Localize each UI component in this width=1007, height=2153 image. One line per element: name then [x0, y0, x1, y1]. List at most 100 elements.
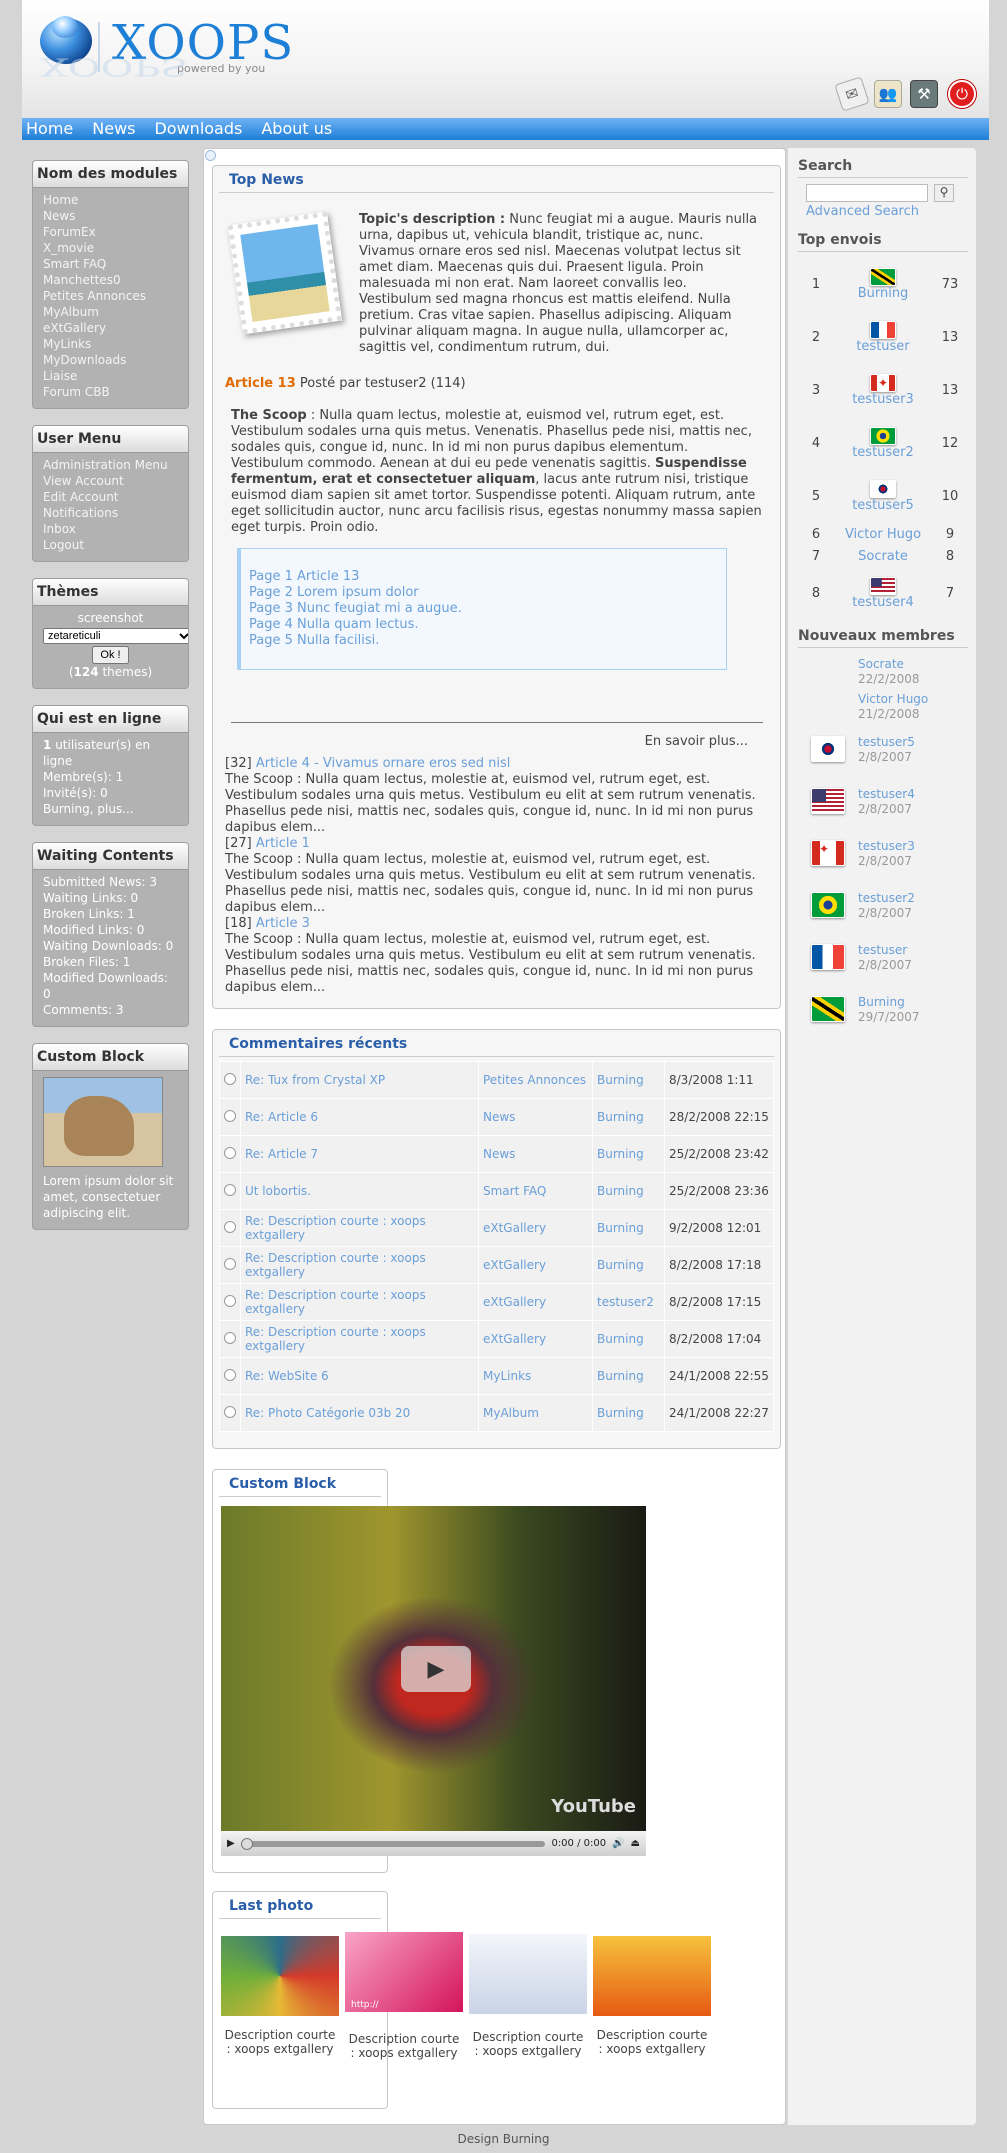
member-name[interactable]: testuser3: [858, 839, 915, 854]
module-link[interactable]: News: [43, 208, 178, 224]
search-icon[interactable]: ⚲: [934, 184, 954, 202]
poster-name[interactable]: testuser4: [852, 595, 914, 610]
comment-module[interactable]: eXtGallery: [478, 1283, 593, 1321]
waiting-label[interactable]: Comments: [43, 1003, 108, 1017]
user-menu-link[interactable]: Logout: [43, 537, 178, 553]
article-title[interactable]: Article 13: [225, 376, 296, 391]
member-name[interactable]: testuser4: [858, 787, 915, 802]
comment-user[interactable]: Burning: [592, 1135, 665, 1173]
module-link[interactable]: Home: [43, 192, 178, 208]
page-link[interactable]: Page 2 Lorem ipsum dolor: [249, 585, 718, 601]
comment-module[interactable]: News: [478, 1135, 593, 1173]
nav-about-us[interactable]: About us: [261, 118, 343, 140]
member-name[interactable]: testuser: [858, 943, 912, 958]
photo-umbrella[interactable]: [221, 1936, 339, 2016]
page-link[interactable]: Page 5 Nulla facilisi.: [249, 633, 718, 649]
video-player[interactable]: ▶ YouTube ▶ 0:00 / 0:00 🔊 ⏏: [221, 1506, 646, 1856]
nav-home[interactable]: Home: [26, 118, 84, 140]
comment-user[interactable]: Burning: [592, 1209, 665, 1247]
module-link[interactable]: Manchettes0: [43, 272, 178, 288]
comment-title[interactable]: Re: Description courte : xoops extgaller…: [240, 1209, 479, 1247]
waiting-item[interactable]: Broken Links: 1: [43, 906, 178, 922]
search-input[interactable]: [806, 184, 928, 202]
waiting-item[interactable]: Waiting Downloads: 0: [43, 938, 178, 954]
waiting-label[interactable]: Waiting Links: [43, 891, 123, 905]
module-link[interactable]: Forum CBB: [43, 384, 178, 400]
youtube-logo[interactable]: YouTube: [551, 1796, 636, 1817]
comment-user[interactable]: Burning: [592, 1394, 665, 1432]
waiting-label[interactable]: Modified Links: [43, 923, 129, 937]
module-link[interactable]: eXtGallery: [43, 320, 178, 336]
comment-module[interactable]: MyAlbum: [478, 1394, 593, 1432]
advanced-search-link[interactable]: Advanced Search: [798, 204, 968, 219]
module-link[interactable]: ForumEx: [43, 224, 178, 240]
fullscreen-icon[interactable]: ⏏: [631, 1838, 640, 1849]
comment-title[interactable]: Re: Description courte : xoops extgaller…: [240, 1283, 479, 1321]
news-title-link[interactable]: Article 1: [256, 836, 310, 851]
online-more-link[interactable]: plus...: [97, 802, 133, 816]
comment-module[interactable]: MyLinks: [478, 1357, 593, 1395]
waiting-item[interactable]: Modified Links: 0: [43, 922, 178, 938]
comment-user[interactable]: Burning: [592, 1246, 665, 1284]
comment-title[interactable]: Re: WebSite 6: [240, 1357, 479, 1395]
page-link[interactable]: Page 3 Nunc feugiat mi a augue.: [249, 601, 718, 617]
news-title-link[interactable]: Article 4 - Vivamus ornare eros sed nisl: [256, 756, 511, 771]
online-user-link[interactable]: Burning: [43, 802, 90, 816]
comment-user[interactable]: Burning: [592, 1357, 665, 1395]
page-link[interactable]: Page 1 Article 13: [249, 569, 718, 585]
waiting-label[interactable]: Submitted News: [43, 875, 142, 889]
user-menu-link[interactable]: View Account: [43, 473, 178, 489]
comment-module[interactable]: News: [478, 1098, 593, 1136]
photo-golfer[interactable]: [593, 1936, 711, 2016]
member-name[interactable]: Burning: [858, 995, 920, 1010]
waiting-label[interactable]: Broken Files: [43, 955, 115, 969]
comment-module[interactable]: Petites Annonces: [478, 1061, 593, 1099]
poster-name[interactable]: testuser: [856, 339, 909, 354]
play-icon[interactable]: ▶: [401, 1646, 471, 1692]
block-toggle-icon[interactable]: [205, 150, 216, 161]
waiting-item[interactable]: Broken Files: 1: [43, 954, 178, 970]
user-menu-link[interactable]: Edit Account: [43, 489, 178, 505]
play-button-icon[interactable]: ▶: [227, 1838, 235, 1849]
theme-ok-button[interactable]: Ok !: [92, 646, 129, 664]
seek-bar[interactable]: [240, 1837, 546, 1850]
member-name[interactable]: Socrate: [858, 657, 920, 672]
comment-user[interactable]: testuser2: [592, 1283, 665, 1321]
comment-user[interactable]: Burning: [592, 1098, 665, 1136]
comment-module[interactable]: eXtGallery: [478, 1246, 593, 1284]
comment-title[interactable]: Re: Tux from Crystal XP: [240, 1061, 479, 1099]
module-link[interactable]: MyLinks: [43, 336, 178, 352]
comment-user[interactable]: Burning: [592, 1172, 665, 1210]
photo-woman[interactable]: [469, 1934, 587, 2014]
member-name[interactable]: testuser2: [858, 891, 915, 906]
comment-title[interactable]: Re: Description courte : xoops extgaller…: [240, 1320, 479, 1358]
poster-name[interactable]: Burning: [858, 286, 909, 301]
comment-title[interactable]: Re: Article 7: [240, 1135, 479, 1173]
news-title-link[interactable]: Article 3: [256, 916, 310, 931]
poster-name[interactable]: testuser2: [852, 445, 914, 460]
waiting-label[interactable]: Broken Links: [43, 907, 119, 921]
comment-module[interactable]: eXtGallery: [478, 1320, 593, 1358]
user-menu-link[interactable]: Notifications: [43, 505, 178, 521]
users-icon[interactable]: 👥: [874, 80, 902, 108]
tools-icon[interactable]: ⚒: [910, 80, 938, 108]
nav-news[interactable]: News: [92, 118, 146, 140]
waiting-item[interactable]: Submitted News: 3: [43, 874, 178, 890]
member-name[interactable]: testuser5: [858, 735, 915, 750]
volume-icon[interactable]: 🔊: [612, 1838, 624, 1849]
waiting-item[interactable]: Modified Downloads: 0: [43, 970, 178, 1002]
module-link[interactable]: Petites Annonces: [43, 288, 178, 304]
user-menu-link[interactable]: Inbox: [43, 521, 178, 537]
module-link[interactable]: X_movie: [43, 240, 178, 256]
photo-pink[interactable]: http://: [345, 1932, 463, 2012]
module-link[interactable]: Liaise: [43, 368, 178, 384]
comment-title[interactable]: Re: Photo Catégorie 03b 20: [240, 1394, 479, 1432]
power-icon[interactable]: ⏻: [948, 80, 976, 108]
module-link[interactable]: Smart FAQ: [43, 256, 178, 272]
comment-module[interactable]: eXtGallery: [478, 1209, 593, 1247]
poster-name[interactable]: Victor Hugo: [845, 527, 921, 542]
nav-downloads[interactable]: Downloads: [154, 118, 253, 140]
user-menu-link[interactable]: Administration Menu: [43, 457, 178, 473]
waiting-label[interactable]: Modified Downloads: [43, 971, 164, 985]
read-more-link[interactable]: En savoir plus...: [645, 734, 748, 749]
